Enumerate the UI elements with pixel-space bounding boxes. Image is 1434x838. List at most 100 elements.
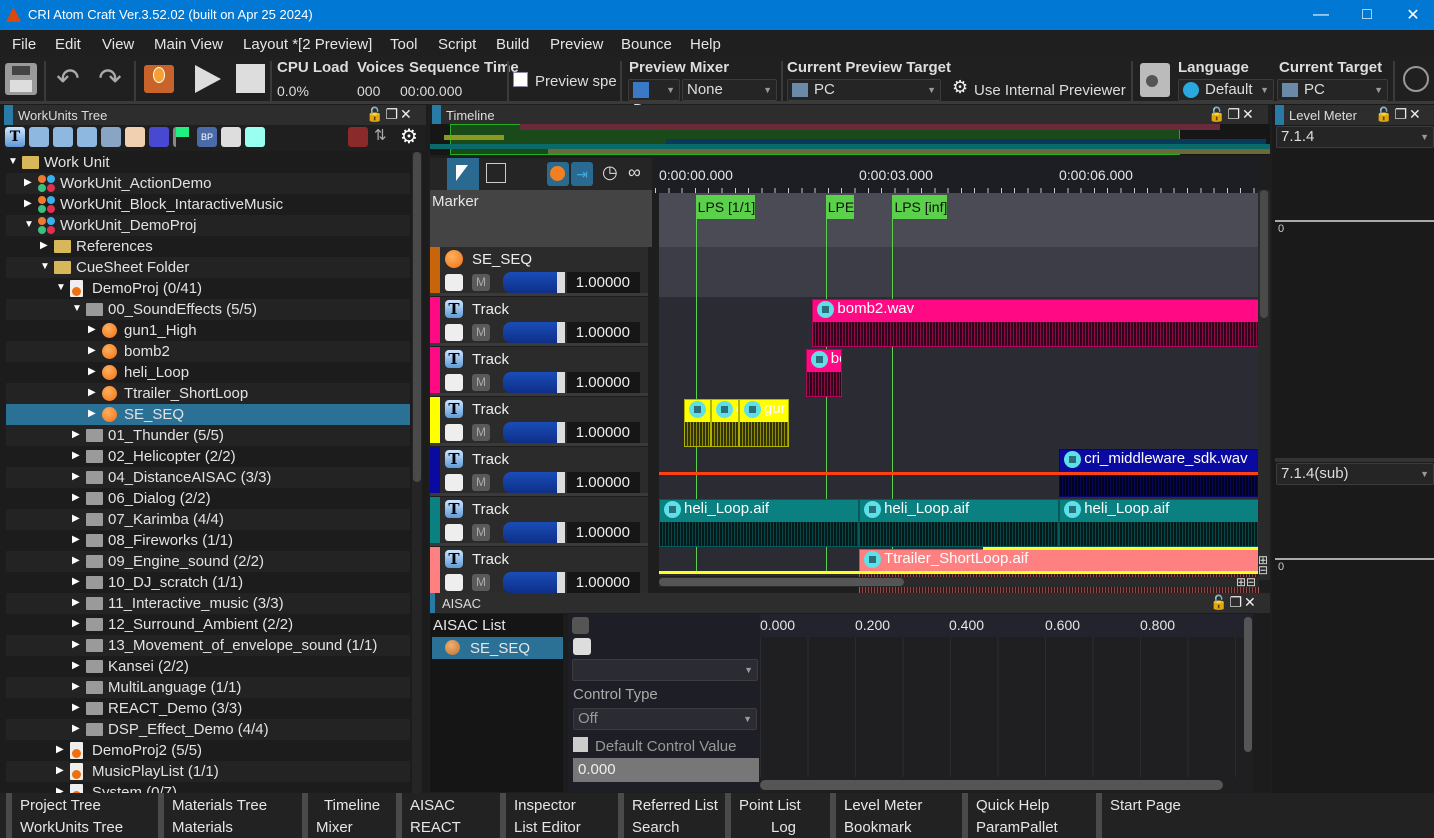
aisac-vscroll[interactable] [1244, 617, 1252, 752]
menu-tool[interactable]: Tool [390, 36, 418, 53]
volume-slider[interactable] [503, 372, 565, 393]
collapse-arrow-icon[interactable]: ▼ [56, 282, 66, 293]
mute-button[interactable]: M [472, 474, 490, 491]
waveform-region[interactable]: heli_Loop.aif [1059, 499, 1259, 547]
timeline-vscroll[interactable] [1258, 190, 1270, 580]
zoom-in-out-icon[interactable]: ⊞⊟ [1236, 575, 1256, 589]
aisac-graph[interactable]: 0.000 0.200 0.400 0.600 0.800 [760, 614, 1253, 792]
default-control-value-checkbox[interactable] [573, 737, 588, 752]
expand-arrow-icon[interactable]: ▶ [72, 492, 80, 503]
link-icon[interactable]: ∞ [628, 162, 641, 183]
undo-icon[interactable]: ↶ [52, 63, 84, 95]
volume-slider[interactable] [503, 472, 565, 493]
expand-arrow-icon[interactable]: ▶ [72, 597, 80, 608]
expand-arrow-icon[interactable]: ▶ [72, 723, 80, 734]
expand-arrow-icon[interactable]: ▶ [72, 639, 80, 650]
expand-arrow-icon[interactable]: ▶ [72, 429, 80, 440]
meter-splitter[interactable] [1275, 458, 1434, 462]
timeline-hscroll-thumb[interactable] [659, 578, 904, 586]
tree-item[interactable]: ▼ 00_SoundEffects (5/5) [6, 299, 410, 320]
tree-item[interactable]: ▶ 12_Surround_Ambient (2/2) [6, 614, 410, 635]
scissors-icon[interactable] [486, 163, 506, 183]
dock-tab[interactable]: ParamPallet [976, 819, 1058, 836]
tree-item[interactable]: ▶ Ttrailer_ShortLoop [6, 383, 410, 404]
track-header[interactable]: T Track M 1.00000 [430, 347, 648, 396]
expand-arrow-icon[interactable]: ▶ [24, 177, 32, 188]
expand-arrow-icon[interactable]: ▶ [88, 324, 96, 335]
float-icon[interactable]: ❐ [1227, 106, 1242, 122]
tree-scrollbar[interactable] [412, 152, 422, 793]
tree-item[interactable]: ▼ WorkUnit_DemoProj [6, 215, 410, 236]
menu-view[interactable]: View [102, 36, 134, 53]
collapse-arrow-icon[interactable]: ▼ [72, 303, 82, 314]
volume-value[interactable]: 1.00000 [567, 472, 640, 493]
waveform-region[interactable]: heli_Loop.aif [859, 499, 1060, 547]
dock-tab[interactable]: Point List [739, 797, 801, 814]
mute-button[interactable]: M [472, 374, 490, 391]
loop-marker[interactable]: LPS [inf] [892, 195, 948, 219]
float-icon[interactable]: ❐ [385, 106, 400, 122]
dock-tab[interactable]: Level Meter [844, 797, 922, 814]
play-icon[interactable] [195, 65, 221, 93]
dock-tab[interactable]: Log [771, 819, 796, 836]
level-meter-layout-select[interactable]: 7.1.4 ▼ [1276, 126, 1434, 148]
menu-help[interactable]: Help [690, 36, 721, 53]
dock-tab[interactable]: Inspector [514, 797, 576, 814]
cue-play-icon[interactable] [53, 127, 73, 147]
expand-arrow-icon[interactable]: ▶ [24, 198, 32, 209]
menu-bounce[interactable]: Bounce [621, 36, 672, 53]
tree-item[interactable]: ▶ 11_Interactive_music (3/3) [6, 593, 410, 614]
sort-icon[interactable]: ⇅ [374, 126, 387, 144]
dock-tab[interactable]: Quick Help [976, 797, 1049, 814]
close-window-button[interactable]: ✕ [1390, 0, 1434, 30]
category-icon[interactable] [149, 127, 169, 147]
preview-spe-checkbox[interactable] [513, 72, 528, 87]
track-icon[interactable]: T [5, 127, 25, 147]
volume-slider[interactable] [503, 422, 565, 443]
vzoom-icon[interactable]: ⊞ ⊟ [1258, 554, 1268, 576]
dock-tab[interactable]: Materials Tree [172, 797, 267, 814]
menu-icon[interactable] [572, 617, 589, 634]
expand-arrow-icon[interactable]: ▶ [56, 765, 64, 776]
tree-item[interactable]: ▶ WorkUnit_Block_IntaractiveMusic [6, 194, 410, 215]
dock-tab[interactable]: Search [632, 819, 680, 836]
tree-item[interactable]: ▶ MusicPlayList (1/1) [6, 761, 410, 782]
volume-slider[interactable] [503, 522, 565, 543]
tree-item[interactable]: ▶ REACT_Demo (3/3) [6, 698, 410, 719]
param-pallet-icon[interactable]: BP [197, 127, 217, 147]
menu-edit[interactable]: Edit [55, 36, 81, 53]
volume-slider[interactable] [503, 322, 565, 343]
tree-item[interactable]: ▶ heli_Loop [6, 362, 410, 383]
dock-tab[interactable]: AISAC [410, 797, 455, 814]
dock-tab[interactable]: WorkUnits Tree [20, 819, 123, 836]
aisac-icon[interactable] [445, 424, 463, 441]
expand-arrow-icon[interactable]: ▶ [72, 660, 80, 671]
aisac-icon[interactable] [445, 524, 463, 541]
tree-item[interactable]: ▶ SE_SEQ [6, 404, 410, 425]
tree-item[interactable]: ▶ 13_Movement_of_envelope_sound (1/1) [6, 635, 410, 656]
aisac-select[interactable]: ▼ [572, 659, 758, 681]
aisac-icon[interactable] [445, 274, 463, 291]
control-type-select[interactable]: Off ▼ [573, 708, 757, 730]
mute-button[interactable]: M [472, 524, 490, 541]
collapse-arrow-icon[interactable]: ▼ [8, 156, 18, 167]
close-panel-icon[interactable]: ✕ [1242, 106, 1256, 122]
mute-button[interactable]: M [472, 274, 490, 291]
delete-icon[interactable] [348, 127, 368, 147]
tree-item[interactable]: ▶ 09_Engine_sound (2/2) [6, 551, 410, 572]
close-panel-icon[interactable]: ✕ [1244, 594, 1258, 610]
waveform-region[interactable]: gu [711, 399, 740, 447]
dock-tab[interactable]: Timeline [324, 797, 380, 814]
tree-item[interactable]: ▼ CueSheet Folder [6, 257, 410, 278]
lock-icon[interactable]: 🔓 [366, 106, 385, 122]
flag-icon[interactable] [173, 127, 193, 147]
connection-icon[interactable] [1403, 66, 1429, 92]
cue-mode-button[interactable] [547, 162, 569, 186]
aisac-hscroll[interactable] [760, 780, 1223, 790]
close-panel-icon[interactable]: ✕ [400, 106, 414, 122]
tree-scrollbar-thumb[interactable] [413, 152, 421, 482]
volume-value[interactable]: 1.00000 [567, 372, 640, 393]
expand-arrow-icon[interactable]: ▶ [88, 345, 96, 356]
volume-value[interactable]: 1.00000 [567, 422, 640, 443]
mute-button[interactable]: M [472, 574, 490, 591]
